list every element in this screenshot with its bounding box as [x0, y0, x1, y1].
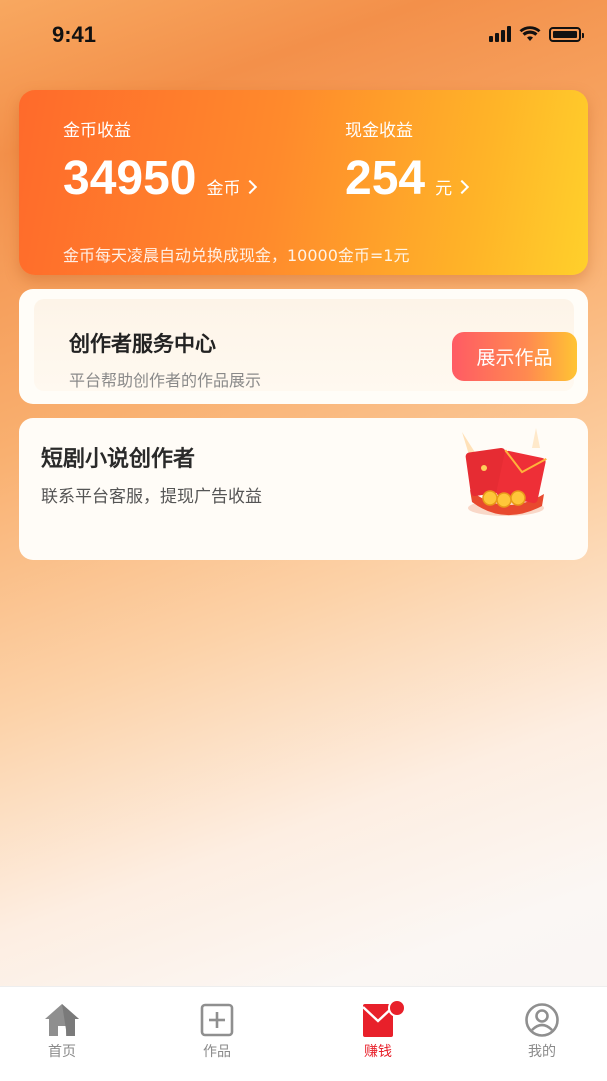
- coin-earnings-value: 34950: [63, 152, 197, 205]
- cash-earnings-value: 254: [345, 152, 426, 205]
- user-icon: [523, 1001, 561, 1039]
- creator-center-card: 创作者服务中心 平台帮助创作者的作品展示 展示作品: [19, 289, 588, 404]
- battery-icon: [549, 26, 584, 42]
- tab-works[interactable]: 作品: [177, 1001, 257, 1061]
- cash-earnings-link[interactable]: 254 元: [345, 152, 470, 205]
- bottom-tab-bar: 首页 作品 赚钱 我的: [0, 986, 607, 1081]
- tab-home[interactable]: 首页: [22, 1001, 102, 1061]
- tab-home-label: 首页: [48, 1044, 76, 1060]
- cellular-signal-icon: [489, 26, 511, 42]
- tab-mine-label: 我的: [528, 1044, 556, 1060]
- coin-earnings-unit: 金币: [206, 179, 241, 199]
- status-bar: 9:41: [0, 0, 607, 70]
- coin-earnings: 金币收益 34950 金币: [63, 116, 258, 205]
- tab-works-label: 作品: [203, 1044, 231, 1060]
- creator-center-subtitle: 平台帮助创作者的作品展示: [69, 371, 262, 390]
- home-icon: [43, 1001, 81, 1039]
- status-icons: [489, 26, 584, 42]
- coin-earnings-label: 金币收益: [63, 121, 131, 141]
- wifi-icon: [519, 26, 541, 41]
- creator-center-title: 创作者服务中心: [69, 332, 216, 356]
- tab-earn-label: 赚钱: [364, 1044, 392, 1060]
- exchange-note: 金币每天凌晨自动兑换成现金，10000金币=1元: [63, 246, 410, 265]
- creator-center-panel: 创作者服务中心 平台帮助创作者的作品展示 展示作品: [34, 299, 577, 391]
- red-envelope-icon: [462, 428, 547, 516]
- cash-earnings-unit: 元: [435, 179, 453, 199]
- earnings-card: 金币收益 34950 金币 现金收益 254 元 金币每天凌晨自动兑换成现金，1…: [19, 90, 588, 275]
- notification-badge: [388, 999, 406, 1017]
- tab-earn[interactable]: 赚钱: [338, 999, 418, 1061]
- cash-earnings-label: 现金收益: [345, 121, 413, 141]
- cash-earnings: 现金收益 254 元: [345, 116, 470, 205]
- novel-creator-card[interactable]: 短剧小说创作者 联系平台客服，提现广告收益: [19, 418, 588, 560]
- chevron-right-icon: [243, 179, 258, 195]
- novel-creator-title: 短剧小说创作者: [41, 447, 196, 472]
- coin-earnings-link[interactable]: 34950 金币: [63, 152, 258, 205]
- add-square-icon: [198, 1001, 236, 1039]
- tab-mine[interactable]: 我的: [502, 1001, 582, 1061]
- novel-creator-subtitle: 联系平台客服，提现广告收益: [41, 487, 262, 507]
- status-time: 9:41: [52, 22, 97, 47]
- show-works-button[interactable]: 展示作品: [452, 332, 577, 381]
- chevron-right-icon: [455, 179, 470, 195]
